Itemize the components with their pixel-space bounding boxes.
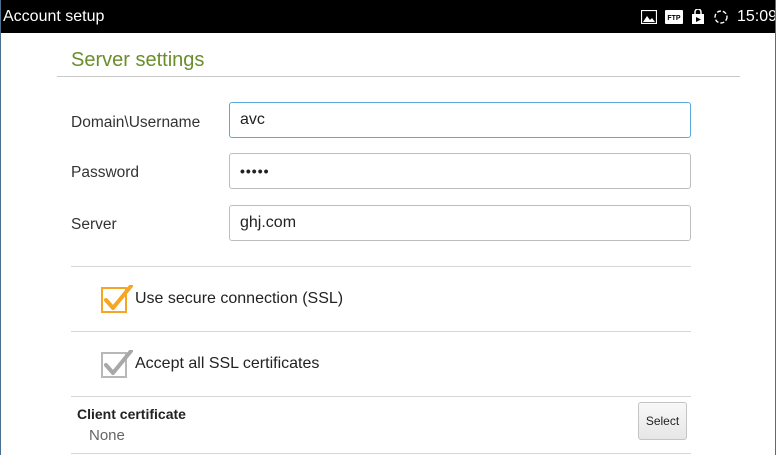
- server-value: ghj.com: [240, 214, 297, 231]
- clock: 15:09: [736, 7, 776, 25]
- status-icons: FTP 15:09: [640, 0, 776, 33]
- client-certificate-title: Client certificate: [77, 406, 186, 422]
- password-field[interactable]: •••••: [229, 153, 691, 189]
- username-label: Domain\Username: [71, 114, 201, 131]
- ftp-icon-label: FTP: [667, 15, 681, 22]
- divider: [71, 453, 691, 454]
- status-bar: Account setup FTP 15:09: [1, 0, 776, 33]
- window-title: Account setup: [3, 8, 105, 25]
- ssl-checkbox[interactable]: [101, 284, 133, 313]
- username-value: avc: [240, 111, 265, 128]
- server-field[interactable]: ghj.com: [229, 205, 691, 241]
- select-certificate-button[interactable]: Select: [638, 402, 687, 440]
- sync-icon: [713, 9, 729, 25]
- ssl-label: Use secure connection (SSL): [135, 290, 344, 307]
- accept-all-checkbox[interactable]: [101, 349, 133, 378]
- divider: [71, 396, 691, 397]
- username-field[interactable]: avc: [229, 102, 691, 138]
- ftp-icon: FTP: [664, 9, 683, 24]
- password-label: Password: [71, 164, 140, 181]
- password-value: •••••: [240, 163, 270, 179]
- client-certificate-value: None: [89, 427, 125, 444]
- section-title: Server settings: [71, 49, 205, 71]
- accept-all-label: Accept all SSL certificates: [135, 355, 320, 372]
- accept-all-option[interactable]: Accept all SSL certificates: [71, 332, 691, 396]
- picture-icon: [640, 9, 657, 24]
- app-window: Account setup FTP 15:09 Server settings …: [0, 0, 776, 455]
- ssl-option[interactable]: Use secure connection (SSL): [71, 267, 691, 331]
- server-label: Server: [71, 216, 117, 233]
- section-divider: [57, 76, 740, 77]
- shopping-bag-icon: [691, 8, 705, 25]
